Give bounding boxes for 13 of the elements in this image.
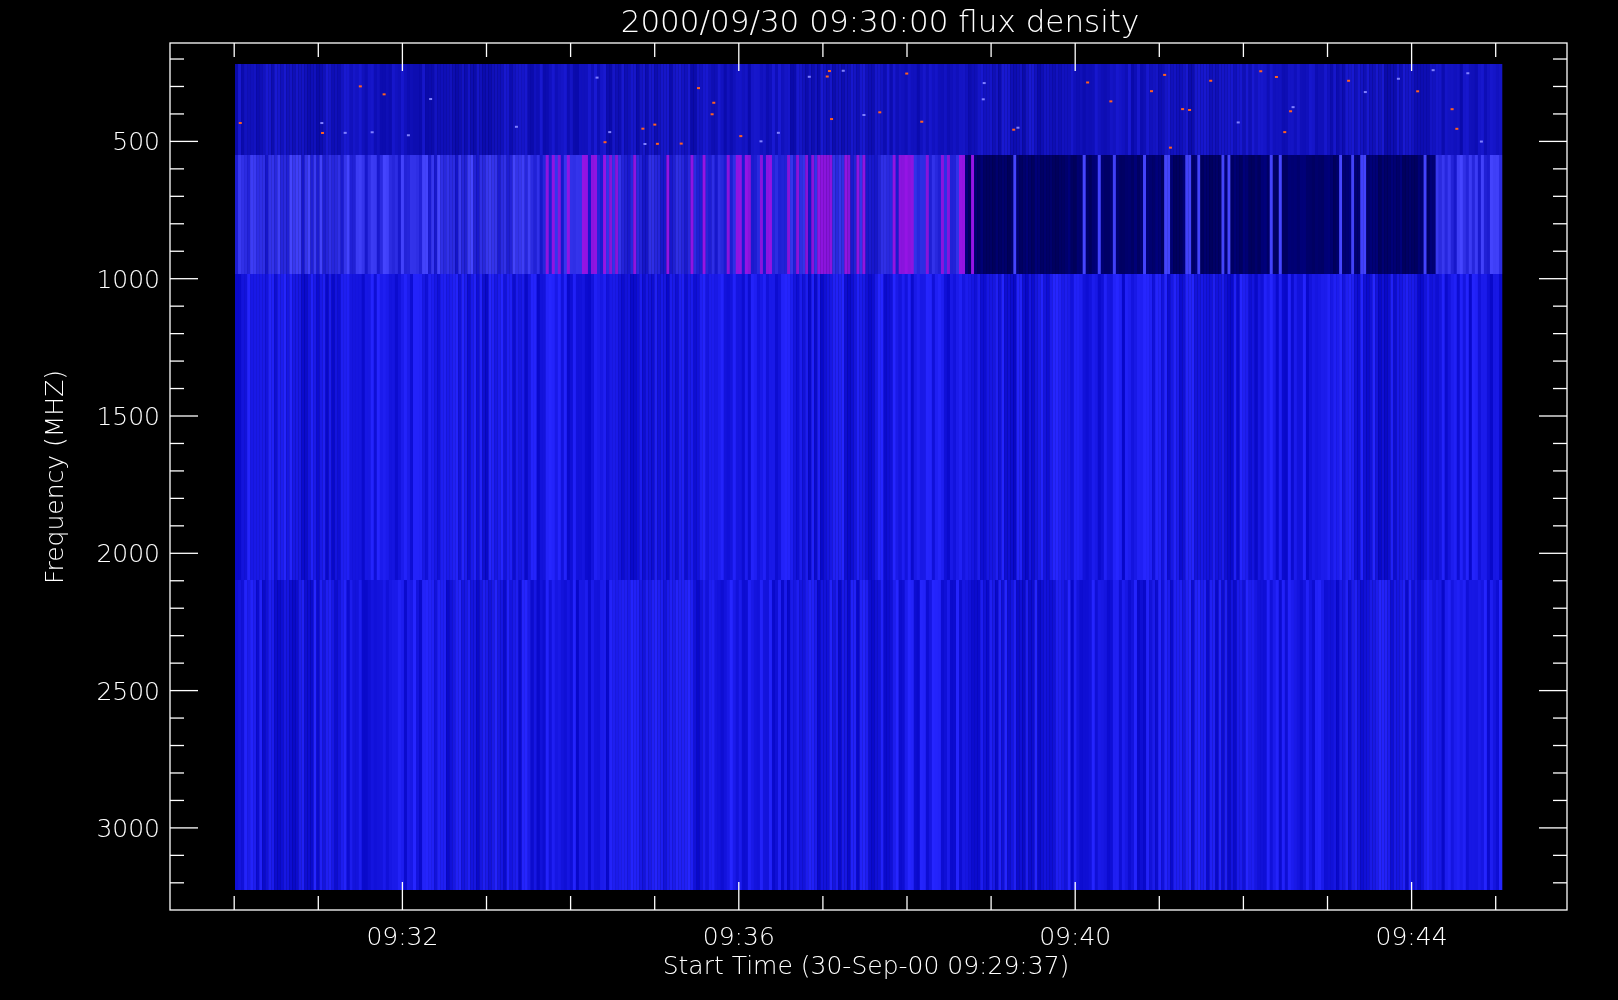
x-axis-label: Start Time (30-Sep-00 09:29:37) [662,951,1070,980]
y-tick-label: 3000 [96,813,160,843]
y-tick-label: 500 [112,127,160,157]
y-tick-label: 1000 [96,264,160,294]
x-tick-label: 09:44 [1375,922,1448,951]
y-tick-label: 2000 [96,539,160,569]
plot-title: 2000/09/30 09:30:00 flux density [620,3,1140,39]
x-tick-label: 09:36 [702,922,775,951]
x-tick-label: 09:32 [366,922,439,951]
x-tick-label: 09:40 [1039,922,1112,951]
y-tick-label: 1500 [96,402,160,431]
y-tick-label: 2500 [96,676,160,706]
y-axis-label: Frequency (MHZ) [40,369,69,585]
